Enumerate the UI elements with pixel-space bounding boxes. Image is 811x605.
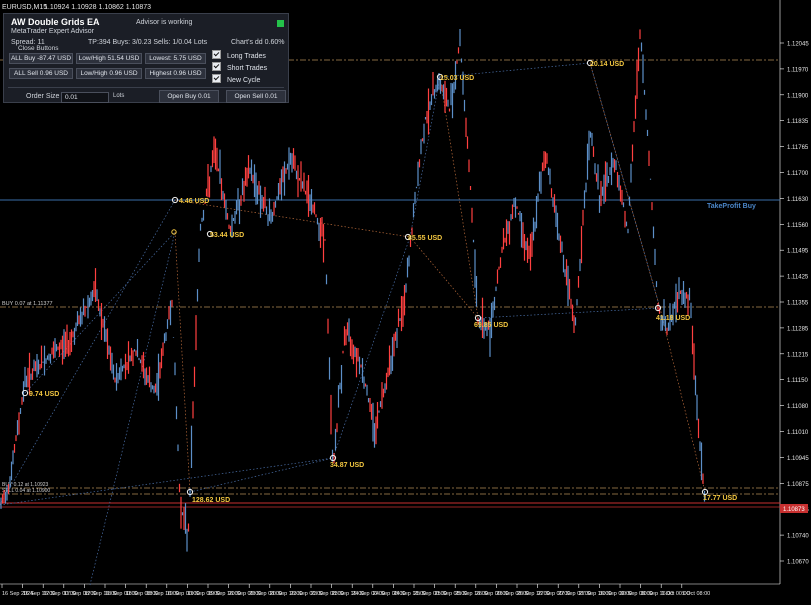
new-cycle-label: New Cycle [227, 77, 261, 84]
close-low-high-button[interactable]: Low/High 51.54 USD [76, 53, 142, 64]
checkbox-check-icon [212, 62, 221, 71]
profit-label: 4.46 USD [179, 198, 209, 205]
short-trades-label: Short Trades [227, 65, 268, 72]
ea-control-panel[interactable]: AW Double Grids EA MetaTrader Expert Adv… [3, 13, 289, 103]
profit-label: 128.62 USD [192, 497, 230, 504]
panel-subtitle: MetaTrader Expert Advisor [11, 28, 94, 35]
charts-dd: Chart's dd 0.60% [231, 39, 285, 46]
price-tick-label: 1.10670 [787, 560, 809, 566]
profit-label: 85.55 USD [408, 235, 442, 242]
long-trades-checkbox[interactable]: Long Trades [212, 50, 287, 60]
short-trades-checkbox[interactable]: Short Trades [212, 62, 287, 72]
close-all-sell-button[interactable]: ALL Sell 0.96 USD [9, 68, 73, 79]
price-tick-label: 1.10945 [787, 456, 809, 462]
new-cycle-checkbox[interactable]: New Cycle [212, 74, 287, 84]
profit-label: 34.87 USD [330, 462, 364, 469]
buy-line-label: BUY 0.07 at 1.11377 [2, 301, 53, 307]
price-tick-label: 1.11765 [787, 145, 809, 151]
time-tick-label: 1 Oct 08:00 [682, 591, 710, 597]
open-buy-button[interactable]: Open Buy 0.01 [159, 90, 219, 103]
price-tick-label: 1.11425 [787, 275, 809, 281]
price-tick-label: 1.11835 [787, 119, 809, 125]
price-tick-label: 1.11215 [787, 352, 809, 358]
price-tick-label: 1.11900 [787, 93, 809, 99]
price-tick-label: 1.11080 [787, 404, 809, 410]
profit-label: 9.74 USD [29, 391, 59, 398]
profit-label: 41.18 USD [656, 315, 690, 322]
price-tick-label: 1.11150 [787, 378, 808, 384]
price-tick-label: 1.11010 [787, 430, 809, 436]
profit-label: 20.14 USD [590, 61, 624, 68]
close-low-high-sell-button[interactable]: Low/High 0.96 USD [76, 68, 142, 79]
price-tick-label: 1.11630 [787, 197, 809, 203]
price-tick-label: 1.11285 [787, 326, 809, 332]
price-tick-label: 1.11700 [787, 171, 809, 177]
ohlc-quote: 1.10924 1.10928 1.10862 1.10873 [44, 4, 151, 11]
panel-title: AW Double Grids EA [11, 17, 100, 27]
open-sell-button[interactable]: Open Sell 0.01 [226, 90, 286, 103]
price-tick-label: 1.12045 [787, 42, 809, 48]
price-tick-label: 1.11495 [787, 249, 809, 255]
price-tick-label: 1.11560 [787, 223, 809, 229]
price-tick-label: 1.10740 [787, 534, 809, 540]
order-size-label: Order Size [26, 93, 60, 100]
checkbox-check-icon [212, 50, 221, 59]
close-all-buy-button[interactable]: ALL Buy -87.47 USD [9, 53, 73, 64]
long-trades-label: Long Trades [227, 53, 266, 60]
current-price-label: 1.10873 [783, 507, 805, 513]
price-tick-label: 1.11355 [787, 301, 809, 307]
lots-label: Lots [113, 93, 125, 99]
symbol-timeframe: EURUSD,M15 [2, 4, 47, 11]
price-tick-label: 1.10875 [787, 482, 809, 488]
close-highest-button[interactable]: Highest 0.96 USD [145, 68, 206, 79]
panel-divider [8, 87, 284, 88]
price-tick-label: 1.11970 [787, 67, 809, 73]
checkbox-check-icon [212, 74, 221, 83]
close-lowest-button[interactable]: Lowest: 5.75 USD [145, 53, 206, 64]
take-profit-label: TakeProfit Buy [707, 203, 756, 210]
status-indicator-icon [277, 20, 284, 27]
profit-label: 69.85 USD [474, 322, 508, 329]
trade-stats: TP:394 Buys: 3/0.23 Sells: 1/0.04 Lots [88, 39, 208, 46]
profit-label: 53.44 USD [210, 232, 244, 239]
order-size-input[interactable]: 0.01 [61, 92, 109, 103]
profit-label: 17.77 USD [703, 495, 737, 502]
profit-label: 15.03 USD [440, 75, 474, 82]
advisor-status: Advisor is working [136, 19, 193, 26]
close-buttons-label: Close Buttons [18, 45, 59, 52]
